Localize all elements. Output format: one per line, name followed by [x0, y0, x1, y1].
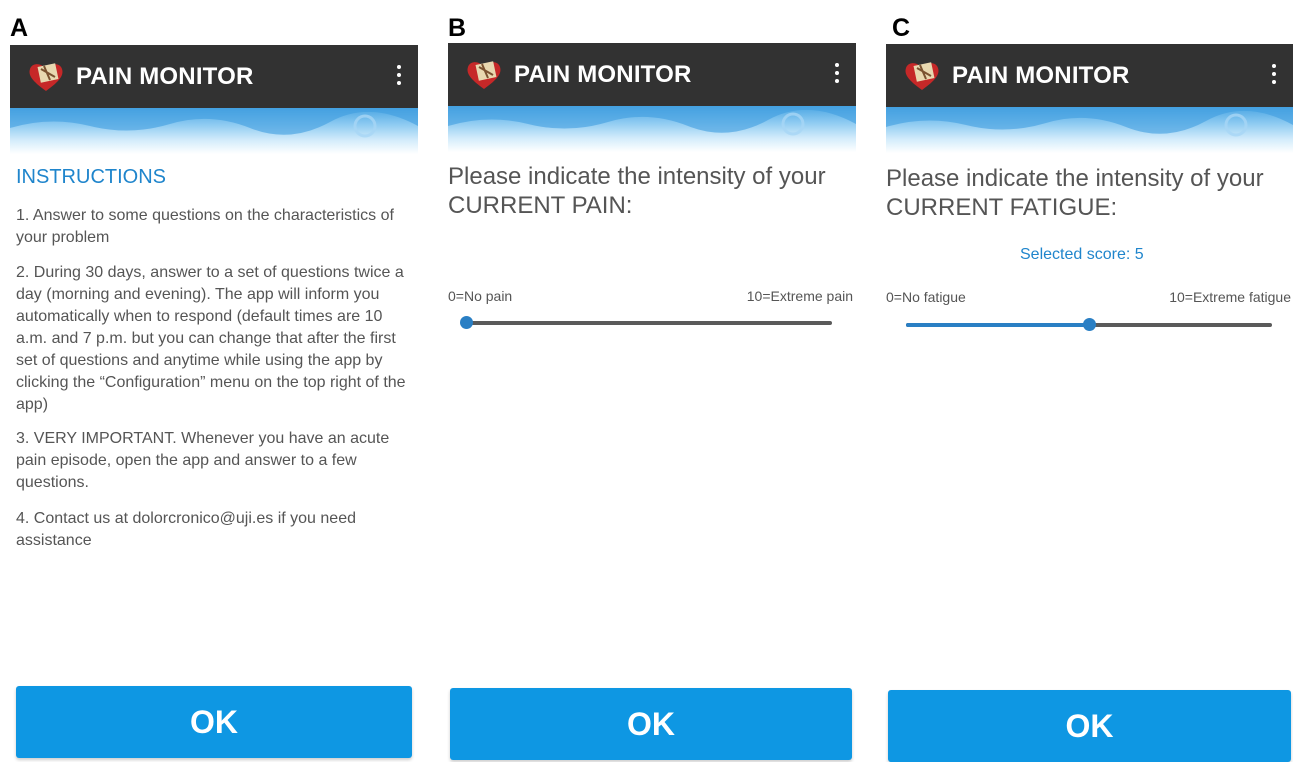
app-bar: PAIN MONITOR — [10, 45, 418, 108]
panel-b: B PAIN MONITOR Please indicate the inten… — [438, 0, 868, 760]
heart-map-logo-icon — [26, 61, 66, 93]
instruction-item: 1. Answer to some questions on the chara… — [16, 207, 394, 246]
more-vert-icon[interactable] — [834, 63, 840, 87]
app-title: PAIN MONITOR — [76, 62, 254, 90]
instructions-title: INSTRUCTIONS — [16, 166, 166, 188]
panel-letter: C — [892, 14, 911, 42]
header-wave — [448, 106, 856, 152]
header-wave — [886, 107, 1293, 153]
slider-track — [466, 321, 832, 325]
selected-score: Selected score: 5 — [1020, 246, 1144, 263]
fatigue-slider[interactable] — [906, 318, 1272, 332]
panel-a: A PAIN MONITOR INSTRUCTIONS 1. Answer to… — [0, 0, 430, 758]
pain-slider[interactable] — [459, 316, 832, 330]
scale-max-label: 10=Extreme pain — [746, 288, 853, 304]
instruction-item: 3. VERY IMPORTANT. Whenever you have an … — [16, 430, 390, 491]
scale-min-label: 0=No fatigue — [886, 289, 966, 305]
app-bar: PAIN MONITOR — [448, 43, 856, 106]
app-bar: PAIN MONITOR — [886, 44, 1293, 107]
panel-letter: B — [448, 14, 467, 42]
panel-letter: A — [10, 14, 29, 42]
scale-min-label: 0=No pain — [448, 288, 513, 304]
app-title: PAIN MONITOR — [514, 60, 692, 88]
question-text: Please indicate the intensity of your CU… — [886, 165, 1264, 221]
heart-map-logo-icon — [902, 60, 942, 92]
scale-max-label: 10=Extreme fatigue — [1169, 289, 1291, 305]
slider-thumb[interactable] — [1082, 318, 1096, 331]
ok-button[interactable]: OK — [16, 686, 412, 758]
ok-button[interactable]: OK — [450, 688, 852, 760]
slider-thumb[interactable] — [459, 316, 473, 329]
panel-c: C PAIN MONITOR Please indicate the inten… — [876, 0, 1293, 762]
ok-button[interactable]: OK — [888, 690, 1291, 762]
slider-fill — [906, 323, 1089, 327]
more-vert-icon[interactable] — [396, 65, 402, 89]
app-title: PAIN MONITOR — [952, 61, 1130, 89]
more-vert-icon[interactable] — [1271, 64, 1277, 88]
question-text: Please indicate the intensity of your CU… — [448, 163, 826, 219]
instruction-item: 2. During 30 days, answer to a set of qu… — [16, 264, 406, 413]
header-wave — [10, 108, 418, 154]
instruction-item: 4. Contact us at dolorcronico@uji.es if … — [16, 510, 356, 549]
heart-map-logo-icon — [464, 59, 504, 91]
